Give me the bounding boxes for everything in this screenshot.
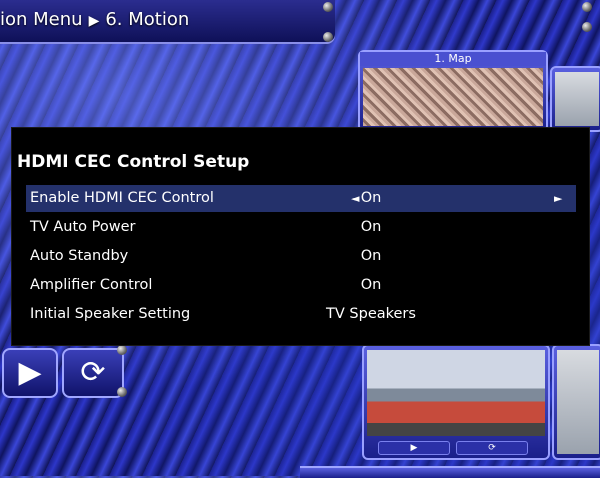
refresh-button[interactable]: ⟳ bbox=[62, 348, 124, 398]
screw-icon bbox=[582, 2, 592, 12]
row-value: On bbox=[360, 219, 382, 235]
hdmi-cec-dialog: HDMI CEC Control Setup Enable HDMI CEC C… bbox=[11, 127, 590, 346]
row-label: Amplifier Control bbox=[30, 277, 153, 293]
screw-icon bbox=[582, 22, 592, 32]
background-menu-bar: ion Menu ▶ 6. Motion bbox=[0, 0, 335, 44]
map-thumbnail[interactable]: 1. Map bbox=[358, 50, 548, 132]
side-thumbnail[interactable] bbox=[552, 344, 600, 460]
building-thumbnail[interactable] bbox=[550, 66, 600, 132]
breadcrumb: ion Menu ▶ 6. Motion bbox=[0, 9, 189, 30]
row-label: TV Auto Power bbox=[30, 219, 136, 235]
bottom-toolbar bbox=[300, 466, 600, 478]
map-thumbnail-label: 1. Map bbox=[360, 52, 546, 66]
row-tv-auto-power[interactable]: TV Auto Power On bbox=[26, 214, 576, 241]
row-auto-standby[interactable]: Auto Standby On bbox=[26, 243, 576, 270]
screw-icon bbox=[323, 32, 333, 42]
thumbnail-refresh-button[interactable]: ⟳ bbox=[456, 441, 528, 455]
screw-icon bbox=[323, 2, 333, 12]
side-image bbox=[557, 350, 599, 454]
row-enable-hdmi-cec[interactable]: Enable HDMI CEC Control ◄ On ► bbox=[26, 185, 576, 212]
play-arrow-icon: ▶ bbox=[88, 13, 100, 29]
play-button[interactable]: ▶ bbox=[2, 348, 58, 398]
row-amplifier-control[interactable]: Amplifier Control On bbox=[26, 272, 576, 299]
right-arrow-icon[interactable]: ► bbox=[554, 192, 562, 205]
row-value: On bbox=[360, 190, 382, 206]
breadcrumb-section: 6. Motion bbox=[105, 9, 190, 30]
row-initial-speaker-setting[interactable]: Initial Speaker Setting TV Speakers bbox=[26, 301, 576, 328]
row-label: Enable HDMI CEC Control bbox=[30, 190, 214, 206]
row-label: Auto Standby bbox=[30, 248, 129, 264]
bus-thumbnail[interactable]: ▶ ⟳ bbox=[362, 344, 550, 460]
building-image bbox=[555, 72, 599, 126]
row-value: On bbox=[360, 248, 382, 264]
bus-image bbox=[367, 350, 545, 436]
dialog-title: HDMI CEC Control Setup bbox=[17, 152, 250, 172]
breadcrumb-menu: ion Menu bbox=[0, 9, 83, 30]
thumbnail-play-button[interactable]: ▶ bbox=[378, 441, 450, 455]
row-value: On bbox=[360, 277, 382, 293]
map-image bbox=[363, 68, 543, 126]
screw-icon bbox=[117, 345, 127, 355]
screw-icon bbox=[117, 387, 127, 397]
row-label: Initial Speaker Setting bbox=[30, 306, 191, 322]
row-value: TV Speakers bbox=[326, 306, 416, 322]
